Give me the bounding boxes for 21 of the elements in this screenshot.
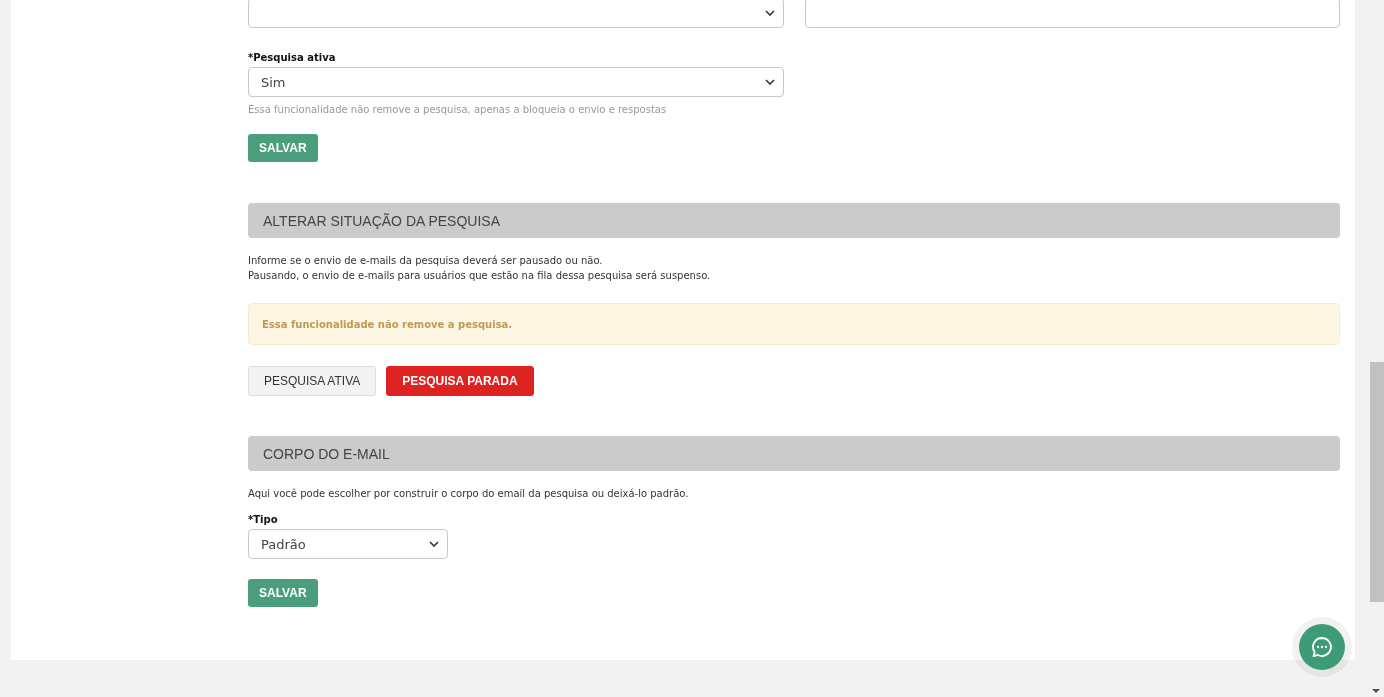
chevron-down-icon [764,10,775,16]
chevron-down-icon [765,79,775,85]
field-label: *Pesquisa ativa [248,52,337,63]
scrollbar-thumb[interactable] [1370,362,1384,602]
description-text: Aqui você pode escolher por construir o corpo do email da pesquisa ou deixá-lo padrão. [248,487,690,501]
section-header: ALTERAR SITUAÇÃO DA PESQUISA [248,203,1340,238]
description-text: Informe se o envio de e-mails da pesquisa deverá ser pausado ou não. [248,254,604,268]
section-header: CORPO DO E-MAIL [248,436,1340,471]
status-toggle-button[interactable]: PESQUISA ATIVA [248,366,377,396]
select-field[interactable]: Sim [248,67,784,97]
text-field[interactable] [804,0,1340,28]
description-text: Pausando, o envio de e-mails para usuários que estão na fila dessa pesquisa será suspenso. [248,269,712,283]
warning-alert: Essa funcionalidade não remove a pesquisa. [248,303,1340,345]
scroll-down-icon[interactable] [1372,689,1380,693]
chevron-down-icon [429,541,439,547]
chat-bubble-icon [1311,636,1333,658]
field-label: *Tipo [248,514,279,525]
hint-text: Essa funcionalidade não remove a pesquisa, apenas a bloqueia o envio e respostas [248,104,668,115]
select-field[interactable]: Padrão [248,529,448,559]
status-toggle-button[interactable]: PESQUISA PARADA [386,366,534,396]
select-field[interactable] [248,0,784,28]
